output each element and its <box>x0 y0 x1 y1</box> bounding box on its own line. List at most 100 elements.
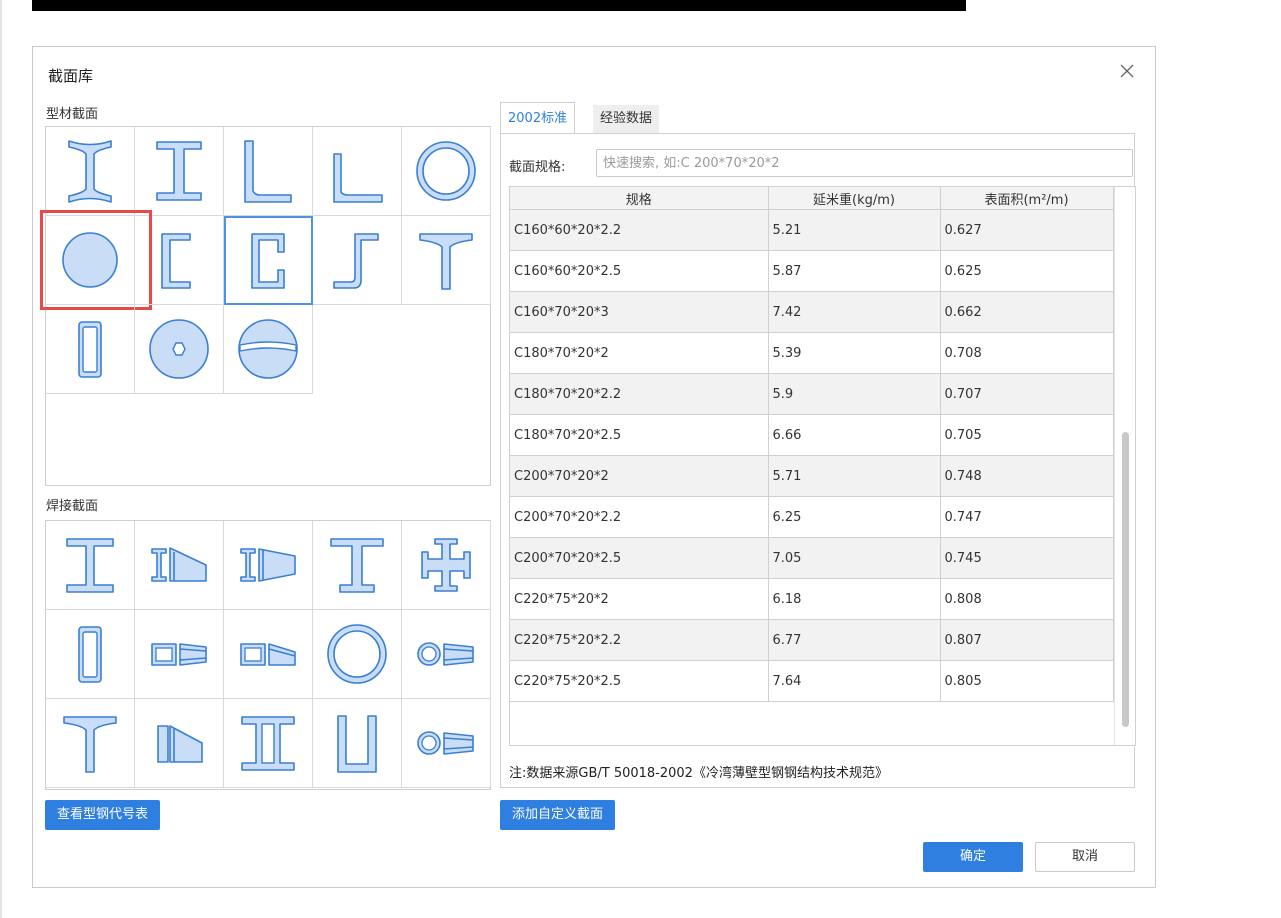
profile-circular-tube[interactable] <box>402 127 491 216</box>
profile-i-beam[interactable] <box>46 127 135 216</box>
welded-t-icon <box>63 716 117 773</box>
channel-open-icon <box>161 233 191 289</box>
cell-area: 0.748 <box>940 455 1114 497</box>
welded-sections-label: 焊接截面 <box>46 499 99 514</box>
welded-box-tapered[interactable] <box>135 610 224 699</box>
welded-box-tapered-2[interactable] <box>224 610 313 699</box>
cell-area: 0.808 <box>940 578 1114 620</box>
cell-spec: C220*75*20*2.5 <box>510 660 769 702</box>
cell-weight: 6.66 <box>768 414 941 456</box>
cell-weight: 7.42 <box>768 291 941 333</box>
search-input[interactable] <box>596 149 1133 177</box>
cell-weight: 7.64 <box>768 660 941 702</box>
cell-weight: 6.18 <box>768 578 941 620</box>
cell-weight: 5.71 <box>768 455 941 497</box>
table-row[interactable]: C220*75*20*2.5 7.64 0.805 <box>510 660 1114 702</box>
profile-c-channel-lipped[interactable] <box>224 216 313 305</box>
column-header-spec[interactable]: 规格 <box>510 187 769 210</box>
table-row[interactable]: C200*70*20*2.2 6.25 0.747 <box>510 496 1114 538</box>
scrollbar-thumb[interactable] <box>1122 432 1129 727</box>
cell-spec: C180*70*20*2.2 <box>510 373 769 415</box>
close-icon[interactable] <box>1117 61 1137 81</box>
add-custom-section-button[interactable]: 添加自定义截面 <box>500 800 616 830</box>
welded-tube-tapered[interactable] <box>402 610 491 699</box>
column-header-area[interactable]: 表面积(m²/m) <box>940 187 1114 210</box>
tab-empirical-data[interactable]: 经验数据 <box>593 105 660 133</box>
table-row[interactable]: C180*70*20*2.5 6.66 0.705 <box>510 414 1114 456</box>
welded-t-wide-icon <box>330 538 384 593</box>
profile-h-section[interactable] <box>135 127 224 216</box>
table-row[interactable]: C220*75*20*2.2 6.77 0.807 <box>510 619 1114 661</box>
cell-spec: C220*75*20*2 <box>510 578 769 620</box>
welded-tube-tapered-2[interactable] <box>402 699 491 788</box>
cell-area: 0.627 <box>940 209 1114 251</box>
welded-t-wide[interactable] <box>313 521 402 610</box>
welded-i-tapered-flange-icon <box>240 548 296 582</box>
welded-box[interactable] <box>46 610 135 699</box>
table-row[interactable]: C220*75*20*2 6.18 0.808 <box>510 578 1114 620</box>
table-row[interactable]: C180*70*20*2 5.39 0.708 <box>510 332 1114 374</box>
welded-t-tapered-icon <box>157 725 203 763</box>
column-header-weight[interactable]: 延米重(kg/m) <box>768 187 941 210</box>
profile-sections-label: 型材截面 <box>46 107 99 122</box>
window-left-edge <box>0 0 2 918</box>
welded-i-icon <box>66 538 114 593</box>
profile-rectangular-tube[interactable] <box>46 305 135 394</box>
table-row[interactable]: C160*70*20*3 7.42 0.662 <box>510 291 1114 333</box>
profile-solid-round[interactable] <box>40 210 152 310</box>
profile-z-section[interactable] <box>313 216 402 305</box>
welded-i-tapered[interactable] <box>135 521 224 610</box>
table-row[interactable]: C180*70*20*2.2 5.9 0.707 <box>510 373 1114 415</box>
cell-area: 0.625 <box>940 250 1114 292</box>
welded-tube-tapered-2-icon <box>417 731 474 755</box>
spec-panel: 截面规格: 规格 延米重(kg/m) 表面积(m²/m) C160*60*20*… <box>500 133 1136 788</box>
table-row[interactable]: C200*70*20*2.5 7.05 0.745 <box>510 537 1114 579</box>
unequal-angle-icon <box>333 153 383 203</box>
profile-unequal-angle[interactable] <box>313 127 402 216</box>
cell-spec: C160*60*20*2.5 <box>510 250 769 292</box>
search-label: 截面规格: <box>509 160 566 175</box>
cell-spec: C220*75*20*2.2 <box>510 619 769 661</box>
cell-area: 0.747 <box>940 496 1114 538</box>
spec-table: 规格 延米重(kg/m) 表面积(m²/m) C160*60*20*2.2 5.2… <box>509 186 1136 746</box>
cell-spec: C160*70*20*3 <box>510 291 769 333</box>
profile-hollow-disk[interactable] <box>135 305 224 394</box>
view-code-table-button[interactable]: 查看型钢代号表 <box>45 800 161 830</box>
welded-t[interactable] <box>46 699 135 788</box>
table-header-row: 规格 延米重(kg/m) 表面积(m²/m) <box>510 187 1114 210</box>
profile-channel-open[interactable] <box>135 216 224 305</box>
cell-weight: 5.39 <box>768 332 941 374</box>
welded-double-i[interactable] <box>224 699 313 788</box>
h-section-icon <box>156 141 202 201</box>
cell-area: 0.662 <box>940 291 1114 333</box>
welded-i-tapered-flange[interactable] <box>224 521 313 610</box>
cell-spec: C180*70*20*2 <box>510 332 769 374</box>
solid-round-icon <box>62 232 118 288</box>
c-channel-lipped-icon <box>251 233 285 289</box>
welded-i-tapered-icon <box>151 547 207 582</box>
hollow-disk-icon <box>149 319 209 379</box>
welded-i[interactable] <box>46 521 135 610</box>
z-section-icon <box>333 233 379 289</box>
welded-box-tapered-icon <box>151 643 207 666</box>
cell-area: 0.708 <box>940 332 1114 374</box>
welded-circular-tube[interactable] <box>313 610 402 699</box>
dialog-title: 截面库 <box>48 67 94 85</box>
profile-equal-angle[interactable] <box>224 127 313 216</box>
section-library-dialog: 截面库 型材截面 焊接截面 查看型钢代号表 2002标准 经验数据 截面规格: … <box>32 46 1156 888</box>
profile-split-circle[interactable] <box>224 305 313 394</box>
cancel-button[interactable]: 取消 <box>1035 842 1135 872</box>
ok-button[interactable]: 确定 <box>923 842 1023 872</box>
cell-area: 0.807 <box>940 619 1114 661</box>
cell-spec: C200*70*20*2.5 <box>510 537 769 579</box>
table-row[interactable]: C160*60*20*2.5 5.87 0.625 <box>510 250 1114 292</box>
table-row[interactable]: C200*70*20*2 5.71 0.748 <box>510 455 1114 497</box>
profile-t-section[interactable] <box>402 216 491 305</box>
welded-u[interactable] <box>313 699 402 788</box>
table-row[interactable]: C160*60*20*2.2 5.21 0.627 <box>510 209 1114 251</box>
welded-t-tapered[interactable] <box>135 699 224 788</box>
tab-2002-standard[interactable]: 2002标准 <box>500 102 576 134</box>
table-scrollbar[interactable] <box>1114 187 1135 745</box>
welded-cross[interactable] <box>402 521 491 610</box>
cell-weight: 6.25 <box>768 496 941 538</box>
